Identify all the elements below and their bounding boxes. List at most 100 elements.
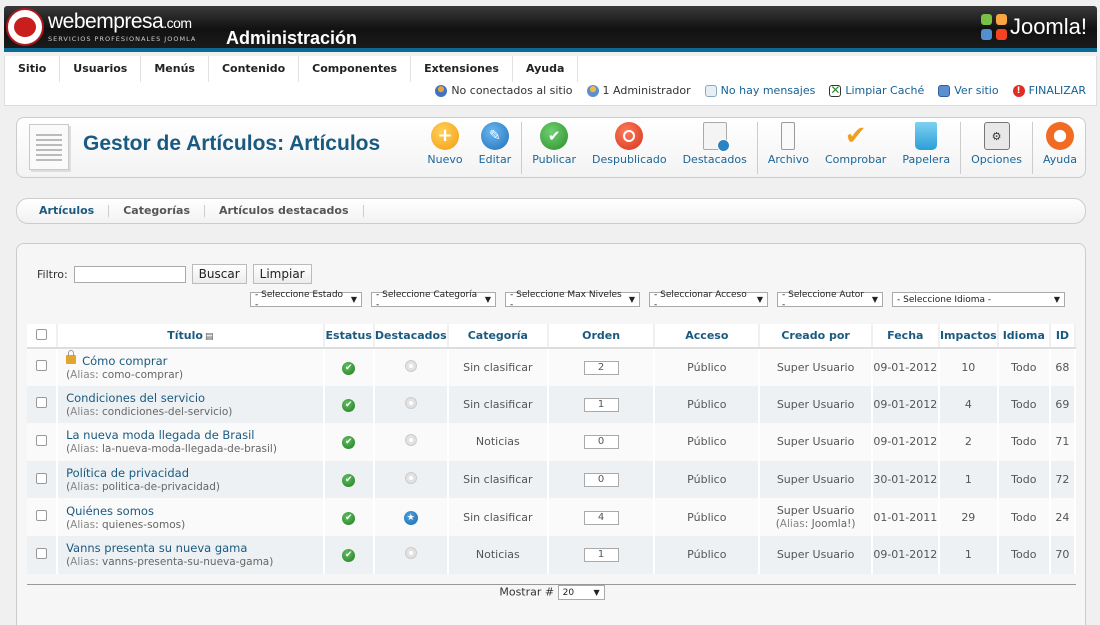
col-hits[interactable]: Impactos: [938, 324, 999, 349]
col-id[interactable]: ID: [1049, 324, 1077, 349]
col-category[interactable]: Categoría: [447, 324, 549, 349]
tab-articulos-destacados[interactable]: Artículos destacados: [205, 205, 364, 217]
article-page-icon: [29, 124, 69, 170]
article-title-link[interactable]: Cómo comprar: [82, 354, 167, 368]
not-featured-icon[interactable]: [404, 434, 417, 447]
featured-star-icon[interactable]: ★: [403, 510, 418, 525]
row-checkbox[interactable]: [36, 434, 48, 446]
menu-contenido[interactable]: Contenido: [209, 56, 300, 82]
featured-icon: [702, 122, 730, 152]
toolbar: Gestor de Artículos: Artículos + Nuevo ✎ E…: [16, 117, 1086, 178]
select-max-levels[interactable]: - Seleccione Max Niveles - ▼: [505, 290, 640, 310]
help-button[interactable]: Ayuda: [1035, 122, 1085, 174]
page-title: Gestor de Artículos: Artículos: [83, 132, 381, 155]
col-date[interactable]: Fecha: [871, 324, 940, 349]
messages-link[interactable]: No hay mensajes: [704, 84, 815, 97]
pencil-icon: ✎: [480, 122, 509, 150]
published-icon[interactable]: ✔: [342, 474, 356, 488]
select-state[interactable]: - Seleccione Estado - ▼: [250, 290, 362, 310]
published-icon[interactable]: ✔: [342, 398, 356, 412]
users-icon: [435, 84, 448, 97]
clear-cache-icon: [829, 83, 842, 97]
article-title-link[interactable]: Vanns presenta su nueva gama: [66, 541, 247, 555]
menu-extensiones[interactable]: Extensiones: [411, 56, 513, 82]
table-row: Quiénes somos (Alias: quienes-somos) ✔ ★ …: [27, 498, 1077, 536]
row-checkbox[interactable]: [36, 510, 48, 522]
article-title-link[interactable]: Quiénes somos: [66, 504, 154, 518]
publish-button[interactable]: ✔ Publicar: [524, 122, 584, 174]
not-featured-icon[interactable]: [404, 396, 417, 409]
col-access[interactable]: Acceso: [654, 324, 761, 349]
site-title: Administración: [226, 28, 358, 48]
article-title-link[interactable]: Política de privacidad: [66, 466, 189, 480]
published-icon[interactable]: ✔: [342, 361, 356, 375]
featured-button[interactable]: Destacados: [675, 122, 755, 174]
view-site-link[interactable]: Ver sitio: [938, 84, 999, 97]
brand-tagline: SERVICIOS PROFESIONALES JOOMLA: [48, 35, 197, 43]
list-limit-select[interactable]: 20 ▼: [557, 585, 605, 600]
select-language[interactable]: - Seleccione Idioma - ▼: [892, 292, 1065, 307]
order-input[interactable]: 0: [583, 435, 619, 450]
brand-domain: .com: [163, 15, 192, 31]
published-icon[interactable]: ✔: [342, 436, 356, 450]
lifebuoy-icon: [1046, 122, 1074, 150]
mail-icon: [704, 84, 717, 97]
article-title-link[interactable]: La nueva moda llegada de Brasil: [66, 428, 254, 442]
select-category[interactable]: - Seleccione Categoría - ▼: [371, 290, 496, 310]
not-featured-icon[interactable]: [404, 472, 417, 485]
col-title[interactable]: Título ▤: [57, 324, 325, 349]
clear-cache-link[interactable]: Limpiar Caché: [829, 83, 924, 97]
order-input[interactable]: 2: [583, 360, 619, 375]
not-featured-icon[interactable]: [404, 359, 417, 372]
filter-input[interactable]: [73, 265, 186, 283]
menu-sitio[interactable]: Sitio: [5, 56, 61, 82]
tab-articulos[interactable]: Artículos: [25, 205, 110, 217]
filter-bar: Filtro: Buscar Limpiar: [37, 264, 312, 284]
clear-button[interactable]: Limpiar: [252, 264, 312, 284]
row-checkbox[interactable]: [36, 360, 48, 372]
row-checkbox[interactable]: [36, 397, 48, 409]
select-access[interactable]: - Seleccionar Acceso - ▼: [649, 290, 768, 310]
sort-icon: ▤: [204, 332, 214, 342]
check-in-button[interactable]: ✔ Comprobar: [817, 122, 894, 174]
col-featured[interactable]: Destacados: [373, 324, 449, 349]
status-bar: No conectados al sitio 1 Administrador N…: [435, 83, 1086, 97]
options-icon: ⚙: [983, 122, 1010, 150]
trash-button[interactable]: Papelera: [894, 122, 958, 174]
not-featured-icon[interactable]: [404, 547, 417, 560]
options-button[interactable]: ⚙ Opciones: [963, 122, 1030, 174]
search-button[interactable]: Buscar: [191, 264, 247, 284]
archive-button[interactable]: Archivo: [760, 122, 817, 174]
row-checkbox[interactable]: [36, 547, 48, 559]
dropdown-arrow-icon: ▼: [628, 295, 635, 304]
table-row: Vanns presenta su nueva gama (Alias: vann…: [27, 535, 1077, 574]
published-icon[interactable]: ✔: [342, 549, 356, 563]
col-author[interactable]: Creado por: [759, 324, 873, 349]
col-status[interactable]: Estatus: [323, 324, 375, 349]
menu-ayuda[interactable]: Ayuda: [513, 56, 579, 82]
logout-link[interactable]: ! FINALIZAR: [1012, 84, 1086, 97]
order-input[interactable]: 4: [583, 510, 619, 525]
brand-name: webempresa: [48, 10, 164, 33]
menu-usuarios[interactable]: Usuarios: [60, 56, 142, 82]
brand[interactable]: webempresa.com SERVICIOS PROFESIONALES J…: [6, 8, 196, 46]
select-all-checkbox[interactable]: [36, 328, 48, 340]
row-checkbox[interactable]: [36, 472, 48, 484]
order-input[interactable]: 1: [583, 397, 619, 412]
tab-categorias[interactable]: Categorías: [109, 205, 206, 217]
col-order[interactable]: Orden: [547, 324, 656, 349]
menu-componentes[interactable]: Componentes: [299, 56, 412, 82]
select-author[interactable]: - Seleccione Autor - ▼: [777, 290, 883, 310]
menu-menus[interactable]: Menús: [141, 56, 209, 82]
article-title-link[interactable]: Condiciones del servicio: [66, 391, 205, 405]
checkmark-icon: ✔: [540, 122, 569, 150]
col-language[interactable]: Idioma: [997, 324, 1051, 349]
webempresa-logo-icon: [6, 8, 44, 46]
order-input[interactable]: 1: [583, 548, 619, 563]
edit-button[interactable]: ✎ Editar: [471, 122, 520, 174]
plus-icon: +: [431, 122, 460, 150]
order-input[interactable]: 0: [583, 473, 619, 488]
published-icon[interactable]: ✔: [342, 511, 356, 525]
new-button[interactable]: + Nuevo: [419, 122, 470, 174]
unpublish-button[interactable]: Despublicado: [584, 122, 675, 174]
